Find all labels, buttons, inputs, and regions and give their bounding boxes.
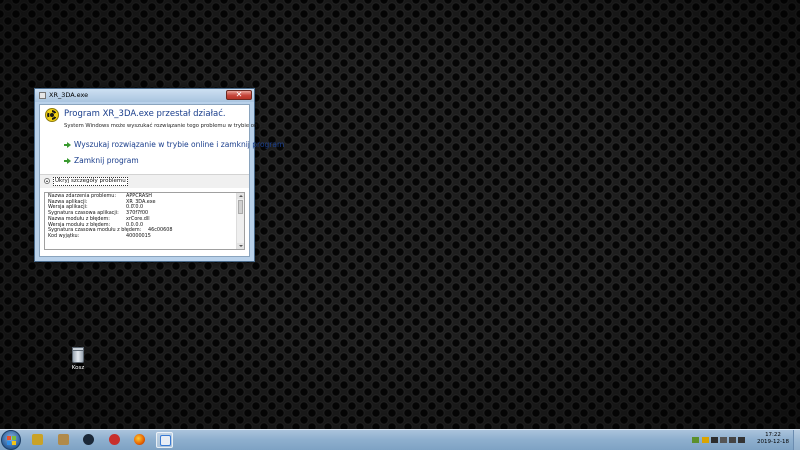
hide-details-toggle[interactable]: Ukryj szczegóły problemu: [53, 177, 128, 186]
scroll-down-icon[interactable]: [237, 243, 244, 249]
system-tray: 17:22 2019-12-18: [690, 430, 800, 450]
tray-app-icon[interactable]: [702, 437, 709, 443]
app-pinned-1-icon: [32, 434, 43, 445]
taskbar-app-1[interactable]: [29, 432, 46, 448]
app-pinned-2-icon: [58, 434, 69, 445]
taskbar-clock[interactable]: 17:22 2019-12-18: [756, 432, 790, 446]
dialog-titlebar[interactable]: XR_3DA.exe ✕: [35, 89, 254, 102]
dialog-heading: Program XR_3DA.exe przestał działać.: [64, 109, 226, 119]
command-label: Zamknij program: [74, 156, 139, 165]
details-key: Kod wyjątku:: [48, 232, 80, 239]
details-row: Kod wyjątku: 40000015: [48, 232, 234, 240]
tray-app-icon[interactable]: [692, 437, 699, 443]
app-pinned-4-icon: [109, 434, 120, 445]
firefox-icon: [134, 434, 145, 445]
clock-date: 2019-12-18: [757, 439, 789, 445]
command-label: Wyszukaj rozwiązanie w trybie online i z…: [74, 140, 285, 149]
dialog-description: System Windows może wyszukać rozwiązanie…: [64, 123, 269, 129]
show-desktop-button[interactable]: [793, 430, 800, 450]
details-scrollbar[interactable]: [236, 193, 244, 249]
dialog-body: Program XR_3DA.exe przestał działać. Sys…: [39, 104, 284, 257]
scroll-thumb[interactable]: [238, 200, 243, 214]
details-value: 40000015: [126, 232, 151, 239]
taskbar-error-reporting[interactable]: [156, 432, 173, 448]
chevron-up-icon[interactable]: [44, 178, 50, 184]
recycle-bin-icon: [72, 347, 84, 363]
window-app-icon: [39, 92, 46, 99]
volume-icon[interactable]: [729, 437, 736, 443]
windows-logo-icon: [7, 441, 11, 445]
windows-logo-icon: [7, 436, 11, 440]
taskbar-app-4[interactable]: [106, 432, 123, 448]
taskbar-steam[interactable]: [80, 432, 97, 448]
hazard-warning-icon: [45, 108, 59, 122]
clock-time: 17:22: [765, 432, 781, 438]
taskbar: 17:22 2019-12-18: [0, 429, 800, 450]
windows-logo-icon: [12, 441, 16, 445]
scroll-up-icon[interactable]: [237, 193, 244, 199]
green-arrow-icon: [64, 141, 71, 148]
taskbar-firefox[interactable]: [131, 432, 148, 448]
details-footer: Ukryj szczegóły problemu: [40, 174, 249, 188]
error-dialog: XR_3DA.exe ✕ Program XR_3DA.exe przestał…: [34, 88, 284, 262]
green-arrow-icon: [64, 157, 71, 164]
steam-icon: [83, 434, 94, 445]
close-button[interactable]: ✕: [226, 90, 252, 100]
windows-logo-icon: [12, 436, 16, 440]
problem-details-table: Nazwa zdarzenia problemu: APPCRASH Nazwa …: [48, 193, 234, 240]
recycle-bin-label: Kosz: [71, 365, 85, 371]
close-program-button[interactable]: Zamknij program: [64, 156, 139, 165]
tray-app-icon[interactable]: [711, 437, 718, 443]
problem-details-pane[interactable]: Nazwa zdarzenia problemu: APPCRASH Nazwa …: [44, 192, 245, 250]
dialog-title: XR_3DA.exe: [49, 91, 89, 99]
details-value: 46c00608: [148, 227, 173, 234]
start-button[interactable]: [1, 430, 21, 450]
search-solution-online-button[interactable]: Wyszukaj rozwiązanie w trybie online i z…: [64, 140, 284, 149]
error-reporting-icon: [160, 435, 171, 446]
recycle-bin-shortcut[interactable]: Kosz: [65, 347, 91, 371]
flag-icon[interactable]: [738, 437, 745, 443]
network-icon[interactable]: [720, 437, 727, 443]
taskbar-app-2[interactable]: [55, 432, 72, 448]
